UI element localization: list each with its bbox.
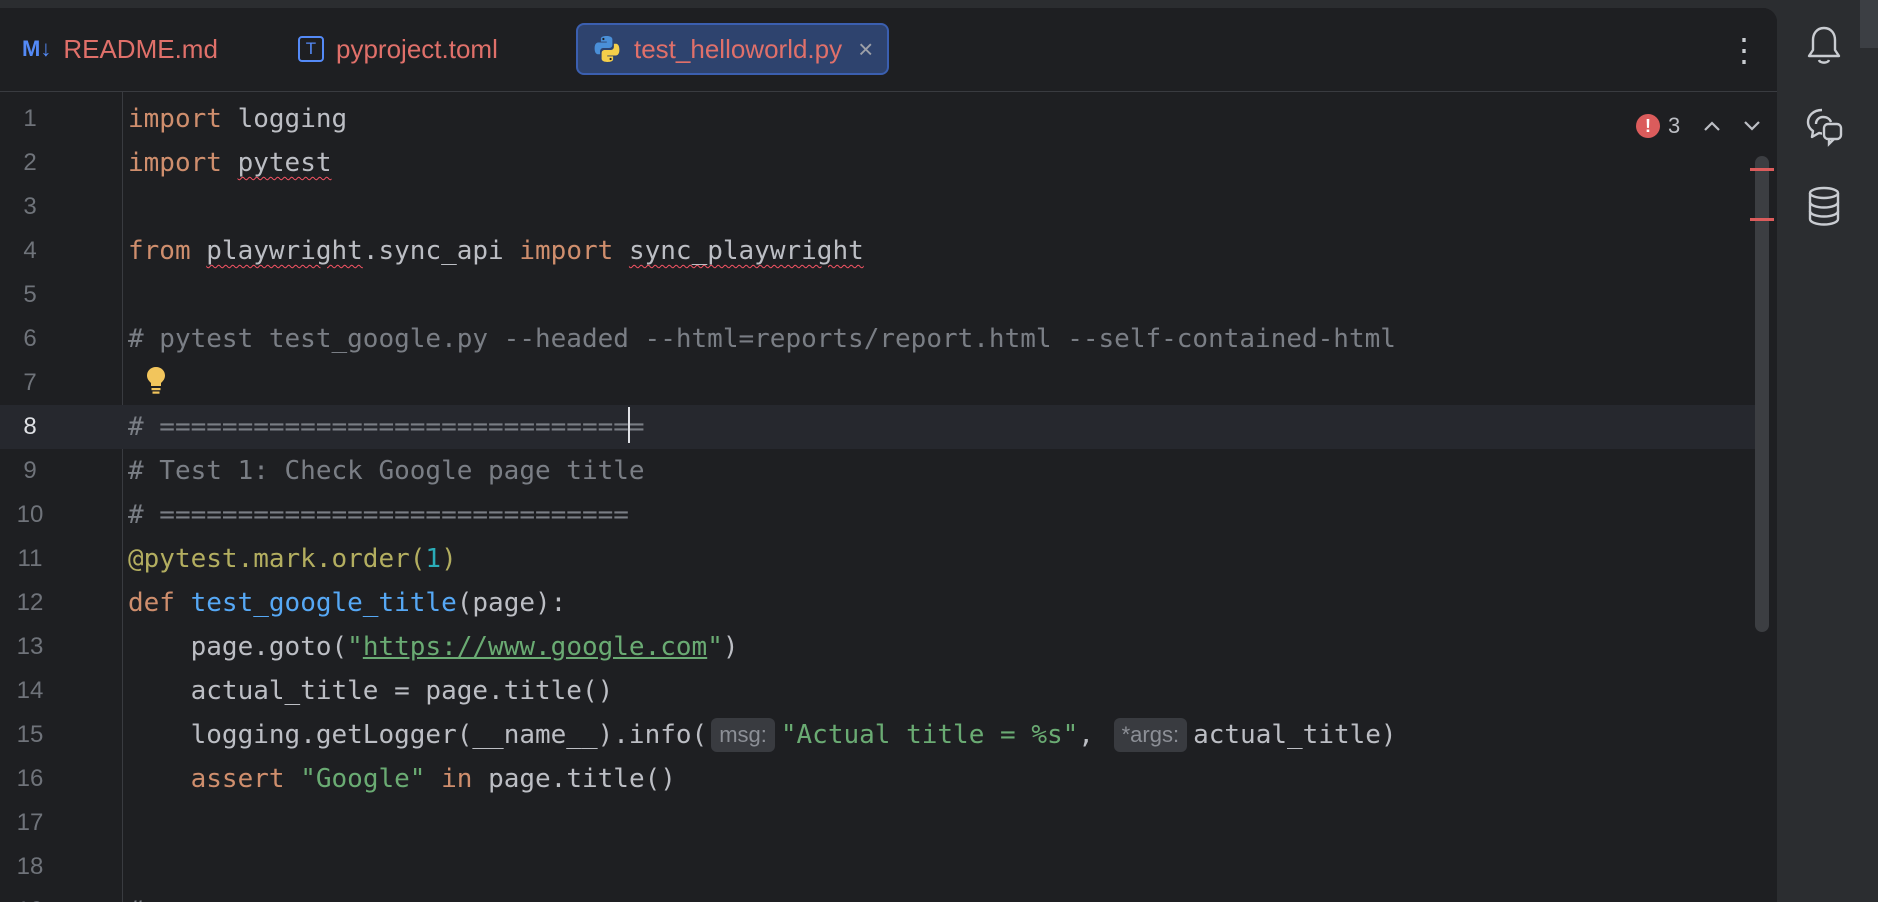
close-tab-icon[interactable]: ×: [858, 36, 873, 62]
url-link[interactable]: https://www.google.com: [363, 632, 707, 662]
code-line: assert "Google" in page.title(): [190, 764, 676, 794]
tab-label: test_helloworld.py: [634, 33, 843, 64]
more-options-icon[interactable]: ⋮: [1728, 30, 1760, 70]
database-icon[interactable]: [1798, 180, 1850, 232]
window-scrollbar-thumb[interactable]: [1860, 0, 1878, 48]
code-line: # Test 1: Check Google page title: [128, 456, 645, 486]
markdown-icon: M↓: [22, 36, 52, 61]
code-line: import logging: [128, 104, 348, 134]
code-line: import pytest: [128, 148, 332, 178]
line-number: 3: [23, 193, 37, 220]
window-top-strip: [0, 0, 1878, 8]
tab-label: pyproject.toml: [336, 33, 498, 64]
code-line: # ===============================: [123, 405, 1777, 449]
code-line: actual_title = page.title(): [190, 676, 614, 706]
tab-pyproject[interactable]: T pyproject.toml: [298, 23, 498, 75]
line-number: 16: [16, 765, 44, 792]
tab-test-helloworld[interactable]: test_helloworld.py ×: [576, 23, 890, 75]
unresolved-import: playwright: [206, 236, 363, 266]
code-line: # ==============================: [128, 500, 629, 530]
toml-file-icon: T: [298, 36, 324, 62]
right-tool-strip: [1777, 0, 1878, 902]
tab-readme[interactable]: M↓ README.md: [22, 23, 218, 75]
line-number: 15: [16, 721, 44, 748]
error-stripe-mark[interactable]: [1750, 218, 1774, 221]
editor-frame: M↓ README.md T pyproject.toml test_hello…: [0, 8, 1777, 902]
line-number: 6: [23, 325, 37, 352]
code-editor[interactable]: import logging import pytest from playwr…: [123, 92, 1743, 902]
code-line: #: [123, 889, 1777, 902]
code-line: # pytest test_google.py --headed --html=…: [128, 324, 1396, 354]
unresolved-import: sync_playwright: [628, 236, 864, 266]
line-number: 2: [23, 149, 37, 176]
code-line: page.goto("https://www.google.com"): [190, 632, 739, 662]
ai-assistant-chat-icon[interactable]: [1798, 100, 1850, 152]
tab-label: README.md: [63, 33, 218, 64]
notifications-bell-icon[interactable]: [1798, 20, 1850, 72]
line-number: 9: [23, 457, 37, 484]
python-icon: [592, 34, 622, 64]
line-number: 5: [23, 281, 37, 308]
editor-tab-bar: M↓ README.md T pyproject.toml test_hello…: [0, 8, 1777, 92]
line-number: 18: [16, 853, 44, 880]
line-number: 4: [23, 237, 37, 264]
line-number: 19: [0, 889, 60, 902]
line-number: 11: [17, 545, 43, 572]
code-line: def test_google_title(page):: [128, 588, 567, 618]
line-number: 14: [16, 677, 44, 704]
line-number: 1: [23, 105, 37, 132]
line-number: 8: [23, 413, 37, 440]
code-line: logging.getLogger(__name__).info(msg: "Ac…: [190, 718, 1397, 752]
line-number: 10: [16, 501, 44, 528]
parameter-hint: *args:: [1113, 718, 1188, 752]
line-number: 17: [16, 809, 44, 836]
line-number: 13: [16, 633, 44, 660]
line-number: 12: [16, 589, 44, 616]
code-line: @pytest.mark.order(1): [128, 544, 457, 574]
line-number: 7: [23, 369, 37, 396]
unresolved-import: pytest: [237, 148, 332, 178]
code-line: from playwright.sync_api import sync_pla…: [128, 236, 864, 266]
parameter-hint: msg:: [711, 718, 775, 752]
